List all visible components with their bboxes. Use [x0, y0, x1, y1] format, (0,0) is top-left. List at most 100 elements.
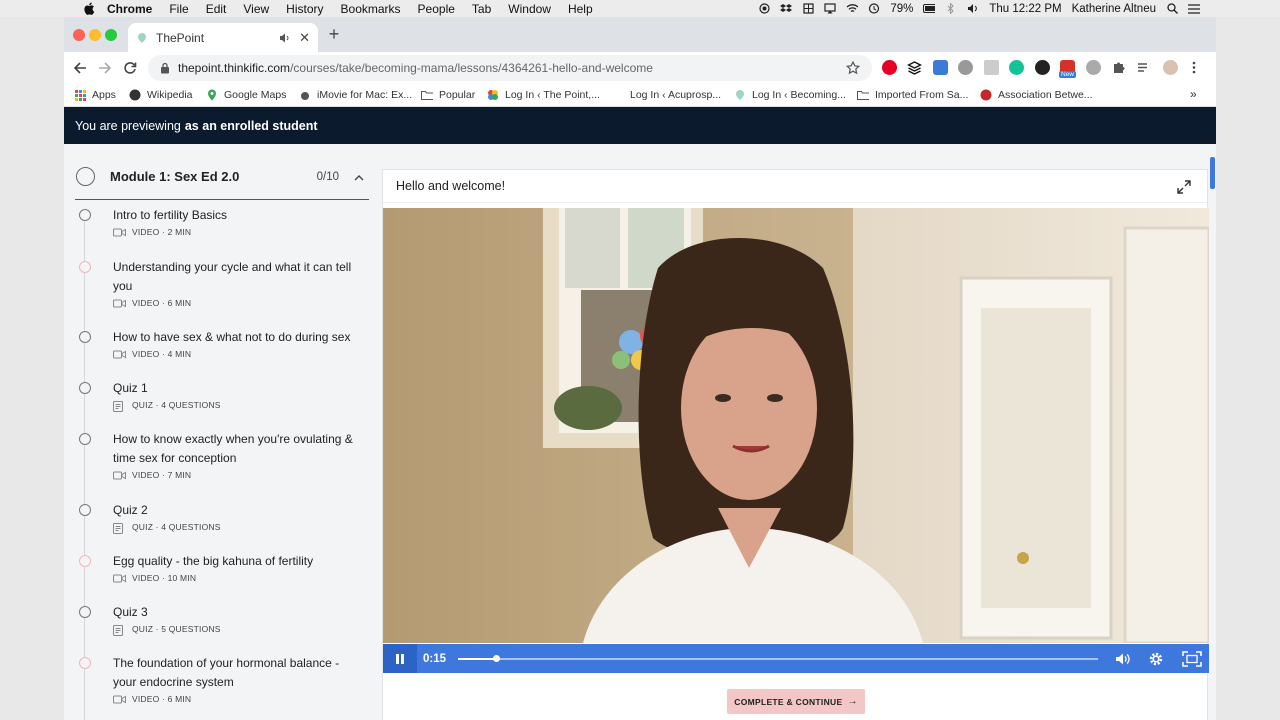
lesson-item[interactable]: Quiz 1 QUIZ · 4 QUESTIONS: [79, 379, 369, 412]
lesson-item-title[interactable]: Quiz 1: [113, 379, 363, 398]
lesson-item-title[interactable]: Quiz 3: [113, 603, 363, 622]
clock[interactable]: Thu 12:22 PM: [989, 3, 1061, 15]
volume-icon[interactable]: [967, 3, 979, 14]
menu-file[interactable]: File: [169, 2, 188, 16]
bookmark-star-icon[interactable]: [845, 60, 861, 75]
video-camera-icon: [113, 471, 126, 480]
pause-button[interactable]: [383, 644, 417, 673]
apple-bookmark-icon: [299, 89, 311, 101]
wikipedia-icon: [129, 89, 141, 101]
bookmark-wikipedia[interactable]: Wikipedia: [129, 89, 193, 101]
tab-audio-icon[interactable]: [279, 32, 291, 44]
lock-icon[interactable]: [160, 62, 170, 74]
lesson-item-title[interactable]: Intro to fertility Basics: [113, 206, 363, 225]
complete-and-continue-button[interactable]: COMPLETE & CONTINUE →: [727, 689, 865, 714]
forward-icon[interactable]: [97, 60, 113, 76]
tab-thepoint[interactable]: ThePoint ✕: [128, 23, 318, 52]
time-machine-icon[interactable]: [868, 3, 880, 14]
grammarly-extension-icon[interactable]: [1009, 60, 1024, 75]
reading-list-icon[interactable]: [1136, 60, 1151, 75]
dark-extension-icon[interactable]: [1035, 60, 1050, 75]
lesson-item-title[interactable]: How to know exactly when you're ovulatin…: [113, 430, 363, 468]
new-tab-icon[interactable]: +: [326, 25, 342, 43]
bookmarks-overflow-icon[interactable]: »: [1190, 87, 1197, 101]
lesson-item-meta-text: VIDEO · 7 MIN: [132, 470, 192, 480]
lesson-item[interactable]: How to know exactly when you're ovulatin…: [79, 430, 369, 480]
lesson-item-title[interactable]: How to have sex & what not to do during …: [113, 328, 363, 347]
back-icon[interactable]: [72, 60, 88, 76]
menu-people[interactable]: People: [418, 2, 455, 16]
menu-edit[interactable]: Edit: [206, 2, 227, 16]
menu-help[interactable]: Help: [568, 2, 593, 16]
lesson-item[interactable]: Intro to fertility Basics VIDEO · 2 MIN: [79, 206, 369, 237]
bookmark-login-thepoint[interactable]: Log In ‹ The Point,...: [487, 89, 600, 101]
lesson-item-meta: VIDEO · 6 MIN: [113, 298, 369, 308]
lesson-item-title[interactable]: Quiz 2: [113, 501, 363, 520]
chevron-up-icon[interactable]: [353, 171, 365, 183]
spotlight-icon[interactable]: [1166, 3, 1178, 14]
extension-icon[interactable]: [984, 60, 999, 75]
bookmark-imported-folder[interactable]: Imported From Sa...: [857, 89, 968, 101]
wifi-icon[interactable]: [846, 3, 859, 14]
fullscreen-icon[interactable]: [1182, 651, 1202, 667]
video-still: [383, 208, 1209, 643]
menu-view[interactable]: View: [243, 2, 269, 16]
bookmark-login-becoming[interactable]: Log In ‹ Becoming...: [734, 89, 846, 101]
menu-window[interactable]: Window: [508, 2, 551, 16]
bookmark-login-acuprosp[interactable]: Log In ‹ Acuprosp...: [630, 89, 721, 101]
video-frame[interactable]: [383, 208, 1209, 643]
buffer-extension-icon[interactable]: [906, 60, 923, 75]
lesson-item[interactable]: Quiz 2 QUIZ · 4 QUESTIONS: [79, 501, 369, 534]
lesson-item[interactable]: The foundation of your hormonal balance …: [79, 654, 369, 704]
airplay-icon[interactable]: [824, 3, 836, 14]
page-scrollbar-thumb[interactable]: [1210, 157, 1215, 189]
skype-extension-icon[interactable]: [958, 60, 973, 75]
user-name[interactable]: Katherine Altneu: [1072, 3, 1156, 15]
lesson-item[interactable]: Quiz 3 QUIZ · 5 QUESTIONS: [79, 603, 369, 636]
lesson-item-meta: VIDEO · 2 MIN: [113, 227, 369, 237]
lesson-item-title[interactable]: Egg quality - the big kahuna of fertilit…: [113, 552, 363, 571]
lesson-item-title[interactable]: The foundation of your hormonal balance …: [113, 654, 363, 692]
battery-percent: 79%: [890, 2, 914, 15]
check-extension-icon[interactable]: [1086, 60, 1101, 75]
zoom-window-button[interactable]: [105, 29, 117, 41]
apple-icon[interactable]: [82, 2, 96, 16]
video-progress-knob[interactable]: [493, 655, 501, 662]
address-bar[interactable]: thepoint.thinkific.com/courses/take/beco…: [148, 55, 872, 81]
lesson-item[interactable]: Egg quality - the big kahuna of fertilit…: [79, 552, 369, 583]
bookmark-imovie[interactable]: iMovie for Mac: Ex...: [299, 89, 412, 101]
bookmark-popular-folder[interactable]: Popular: [421, 89, 475, 101]
module-header[interactable]: Module 1: Sex Ed 2.0 0/10: [75, 154, 369, 200]
volume-icon[interactable]: [1114, 651, 1130, 667]
menu-bookmarks[interactable]: Bookmarks: [341, 2, 401, 16]
chrome-menu-icon[interactable]: [1191, 60, 1197, 75]
bluetooth-icon[interactable]: [945, 3, 957, 14]
menu-chrome[interactable]: Chrome: [107, 2, 152, 16]
bookmark-association[interactable]: Association Betwe...: [980, 89, 1093, 101]
close-window-button[interactable]: [73, 29, 85, 41]
grid-icon[interactable]: [802, 3, 814, 14]
tab-close-icon[interactable]: ✕: [299, 30, 310, 46]
notification-center-icon[interactable]: [1188, 3, 1200, 14]
expand-icon[interactable]: [1177, 180, 1191, 194]
pinterest-extension-icon[interactable]: [882, 60, 897, 75]
bookmark-google-maps[interactable]: Google Maps: [206, 89, 286, 101]
video-progress-track[interactable]: [458, 655, 1098, 662]
battery-icon[interactable]: [923, 3, 936, 14]
record-icon[interactable]: [758, 3, 770, 14]
minimize-window-button[interactable]: [89, 29, 101, 41]
bookmark-apps[interactable]: Apps: [74, 89, 116, 101]
menu-history[interactable]: History: [286, 2, 323, 16]
lesson-item-meta: VIDEO · 4 MIN: [113, 349, 369, 359]
settings-gear-icon[interactable]: [1148, 651, 1164, 667]
dropbox-icon[interactable]: [780, 3, 793, 14]
reload-icon[interactable]: [122, 60, 138, 76]
lesson-item[interactable]: How to have sex & what not to do during …: [79, 328, 369, 359]
lesson-item[interactable]: Understanding your cycle and what it can…: [79, 258, 369, 308]
lesson-item-title[interactable]: Understanding your cycle and what it can…: [113, 258, 363, 296]
menu-tab[interactable]: Tab: [472, 2, 491, 16]
puzzle-extensions-icon[interactable]: [1111, 60, 1126, 75]
profile-avatar[interactable]: [1163, 60, 1178, 75]
code-extension-icon[interactable]: [933, 60, 948, 75]
apps-grid-icon: [74, 89, 86, 101]
